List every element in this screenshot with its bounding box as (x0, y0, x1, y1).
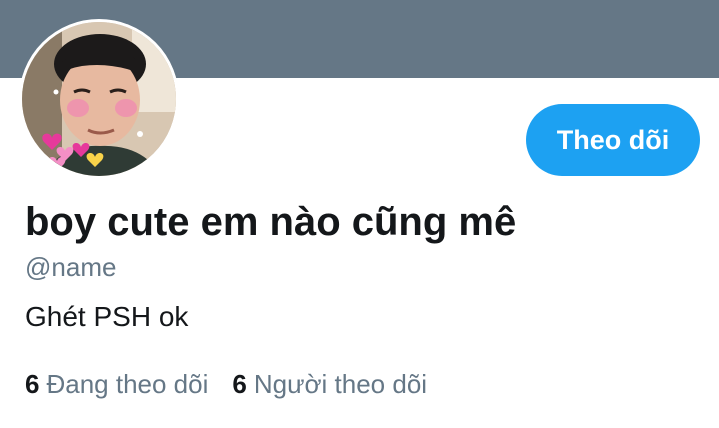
followers-stat[interactable]: 6 Người theo dõi (232, 369, 427, 400)
display-name: boy cute em nào cũng mê (25, 200, 517, 244)
avatar-photo (22, 22, 176, 176)
followers-count: 6 (232, 369, 247, 399)
following-count: 6 (25, 369, 40, 399)
following-label: Đang theo dõi (46, 369, 209, 399)
follow-button[interactable]: Theo dõi (526, 104, 700, 176)
profile-stats: 6 Đang theo dõi 6 Người theo dõi (25, 369, 451, 400)
followers-label: Người theo dõi (253, 369, 428, 399)
username-handle: @name (25, 252, 117, 282)
avatar[interactable] (19, 19, 179, 179)
profile-bio: Ghét PSH ok (25, 301, 189, 332)
following-stat[interactable]: 6 Đang theo dõi (25, 369, 208, 400)
profile-page: Theo dõi boy cute em nào cũng mê @name G… (0, 0, 719, 428)
